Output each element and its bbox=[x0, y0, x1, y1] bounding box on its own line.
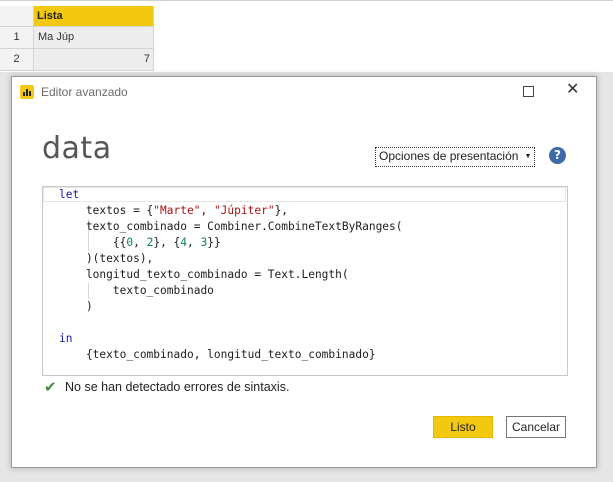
column-header-lista[interactable]: Lista bbox=[34, 6, 154, 27]
grid-top-border bbox=[0, 0, 613, 1]
code-line: textos = {"Marte", "Júpiter"}, bbox=[59, 204, 289, 217]
row-number-1: 1 bbox=[0, 27, 34, 49]
code-editor[interactable]: let textos = {"Marte", "Júpiter"}, texto… bbox=[42, 186, 568, 376]
code-line: )(textos), bbox=[59, 252, 154, 265]
dialog-titlebar[interactable]: Editor avanzado ✕ bbox=[12, 77, 596, 107]
display-options-dropdown[interactable]: Opciones de presentación ▼ bbox=[375, 147, 536, 167]
display-options-label: Opciones de presentación bbox=[379, 149, 519, 163]
cell-row-1[interactable]: Ma Júp bbox=[34, 27, 154, 49]
checkmark-icon: ✔ bbox=[44, 379, 57, 396]
code-line: texto_combinado = Combiner.CombineTextBy… bbox=[59, 220, 403, 233]
close-button[interactable]: ✕ bbox=[562, 81, 586, 103]
code-line: in bbox=[59, 332, 73, 345]
close-icon: ✕ bbox=[566, 81, 580, 98]
status-message: No se han detectado errores de sintaxis. bbox=[65, 380, 290, 394]
query-name-heading: data bbox=[42, 131, 112, 166]
corner-cell[interactable] bbox=[0, 6, 34, 27]
code-content: let textos = {"Marte", "Júpiter"}, texto… bbox=[59, 187, 403, 363]
row-number-2: 2 bbox=[0, 49, 34, 71]
code-line: longitud_texto_combinado = Text.Length( bbox=[59, 268, 349, 281]
power-bi-app-icon bbox=[20, 85, 34, 99]
done-button[interactable]: Listo bbox=[433, 416, 493, 438]
code-line: {texto_combinado, longitud_texto_combina… bbox=[59, 348, 376, 361]
help-icon[interactable]: ? bbox=[549, 147, 566, 164]
cancel-button[interactable]: Cancelar bbox=[506, 416, 566, 438]
cell-row-2[interactable]: 7 bbox=[34, 49, 154, 71]
code-line: {{0, 2}, {4, 3}} bbox=[59, 236, 221, 249]
advanced-editor-dialog: Editor avanzado ✕ data Opciones de prese… bbox=[11, 76, 597, 468]
maximize-icon bbox=[523, 86, 534, 97]
dropdown-caret-icon: ▼ bbox=[524, 153, 532, 160]
code-line: let bbox=[59, 188, 80, 201]
dialog-title: Editor avanzado bbox=[41, 85, 128, 99]
maximize-button[interactable] bbox=[516, 81, 540, 103]
code-line: texto_combinado bbox=[59, 284, 214, 297]
data-grid: Lista 1 Ma Júp 2 7 bbox=[0, 0, 613, 72]
code-line: ) bbox=[59, 300, 93, 313]
